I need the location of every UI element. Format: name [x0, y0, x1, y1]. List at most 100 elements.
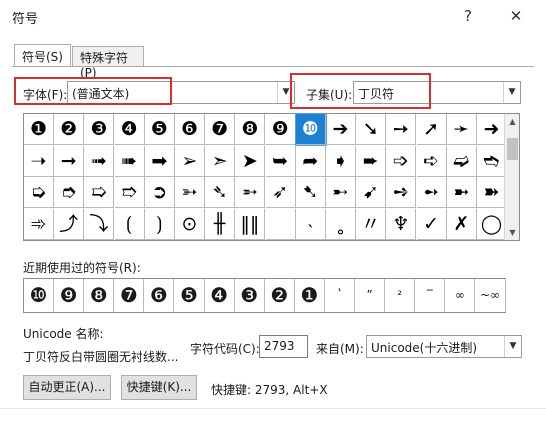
tab-special-characters[interactable]: 特殊字符(P) — [72, 46, 144, 80]
symbol-cell[interactable]: ⟮ — [114, 208, 145, 240]
dialog-title: 符号 — [12, 12, 39, 27]
symbol-cell[interactable]: ˳ — [326, 208, 356, 240]
symbol-cell[interactable]: ❽ — [235, 114, 266, 145]
symbol-cell[interactable]: ➔ — [326, 114, 356, 145]
symbol-cell[interactable]: ╫ — [205, 208, 236, 240]
recent-symbols-label: 近期使用过的符号(R): — [23, 261, 141, 275]
symbol-cell[interactable]: ◯ — [477, 208, 507, 240]
symbol-cell[interactable]: ➬ — [477, 145, 507, 177]
symbol-cell[interactable]: ➪ — [416, 145, 447, 177]
shortcut-key-button[interactable]: 快捷键(K)... — [121, 375, 197, 400]
symbol-cell[interactable]: ➡ — [144, 145, 175, 177]
symbol-cell[interactable]: ‖‖ — [235, 208, 266, 240]
symbol-cell[interactable]: ˴ — [295, 208, 326, 240]
symbol-grid[interactable]: ❶ ❷ ❸ ❹ ❺ ❻ ❼ ❽ ❾ ❿ ➔ ➘ ➙ ➚ ➛ ➜ ➝ ➞ ➟ ➠ ➡ ➢ ➣ ➤ ➥ ➦ ➧ ➨ ➩ ➪ ➫ ➬ ➭ ➮ ➯ ➱ ➲ ➳ ➴ ➵… — [23, 113, 520, 241]
symbol-cell[interactable]: ❷ — [54, 114, 85, 145]
dialog-bottom-edge — [0, 408, 546, 409]
symbol-cell[interactable]: ➜ — [477, 114, 507, 145]
symbol-cell[interactable]: ➞ — [54, 145, 85, 177]
from-dropdown[interactable]: Unicode(十六进制) ▼ — [366, 335, 522, 358]
scroll-up-icon[interactable]: ▲ — [505, 114, 520, 129]
symbol-cell[interactable]: ⤴ — [54, 208, 85, 240]
scrollbar-thumb[interactable] — [507, 138, 518, 160]
symbol-cell[interactable]: ❼ — [205, 114, 236, 145]
recent-symbol-cell[interactable]: ʽ — [325, 279, 355, 312]
recent-symbol-cell[interactable]: ❼ — [114, 279, 145, 312]
recent-symbol-cell[interactable]: ~∞ — [476, 279, 506, 312]
symbol-cell[interactable]: ➹ — [356, 177, 387, 208]
symbol-cell[interactable]: ➫ — [446, 145, 477, 177]
recent-symbol-cell[interactable]: ❸ — [235, 279, 265, 312]
symbol-cell[interactable]: ➸ — [326, 177, 356, 208]
symbol-cell[interactable]: ➧ — [326, 145, 356, 177]
symbol-cell[interactable]: ➝ — [24, 145, 54, 177]
recent-symbol-cell[interactable]: ❹ — [205, 279, 235, 312]
recent-symbol-cell[interactable]: ∞ — [445, 279, 476, 312]
symbol-cell[interactable]: ❾ — [265, 114, 296, 145]
symbol-cell[interactable]: ➳ — [175, 177, 205, 208]
symbol-cell[interactable]: ➘ — [356, 114, 387, 145]
symbol-cell[interactable]: ➣ — [205, 145, 236, 177]
symbol-cell-selected[interactable]: ❿ — [294, 113, 327, 146]
symbol-cell[interactable]: ❹ — [114, 114, 145, 145]
recent-symbols-row[interactable]: ❿ ❾ ❽ ❼ ❻ ❺ ❹ ❸ ❷ ❶ ʽ ˮ ² ‾ ∞ ~∞ — [23, 278, 506, 313]
symbol-cell[interactable]: ⊙ — [175, 208, 205, 240]
recent-symbol-cell[interactable]: ❿ — [24, 279, 54, 312]
symbol-cell[interactable]: ➭ — [24, 177, 54, 208]
symbol-cell[interactable]: ➮ — [54, 177, 85, 208]
scroll-down-icon[interactable]: ▼ — [505, 225, 520, 240]
symbol-cell[interactable]: ➟ — [84, 145, 115, 177]
symbol-cell[interactable]: ➥ — [265, 145, 296, 177]
symbol-cell[interactable]: ➲ — [144, 177, 175, 208]
symbol-cell[interactable]: ✗ — [446, 208, 477, 240]
symbol-cell[interactable]: ➻ — [416, 177, 447, 208]
symbol-cell[interactable]: ➺ — [386, 177, 417, 208]
recent-symbol-cell[interactable]: ² — [385, 279, 416, 312]
symbol-cell[interactable]: ➶ — [265, 177, 296, 208]
symbol-cell[interactable]: ➩ — [386, 145, 417, 177]
symbol-cell[interactable]: ➷ — [295, 177, 326, 208]
symbol-cell[interactable]: ➠ — [114, 145, 145, 177]
recent-symbol-cell[interactable]: ˮ — [355, 279, 386, 312]
recent-symbol-cell[interactable]: ❺ — [175, 279, 205, 312]
symbol-cell[interactable]: ➢ — [175, 145, 205, 177]
symbol-cell[interactable]: ➱ — [114, 177, 145, 208]
tab-symbols[interactable]: 符号(S) — [14, 44, 71, 67]
symbol-cell[interactable]: ♆ — [386, 208, 417, 240]
symbol-cell[interactable]: ➾ — [24, 208, 54, 240]
symbol-cell[interactable]: ❻ — [175, 114, 205, 145]
close-button[interactable]: ✕ — [502, 5, 530, 27]
recent-symbol-cell[interactable]: ❷ — [265, 279, 295, 312]
symbol-cell[interactable]: ➼ — [446, 177, 477, 208]
recent-symbol-cell[interactable]: ❶ — [295, 279, 325, 312]
symbol-cell[interactable]: ❸ — [84, 114, 115, 145]
recent-symbol-cell[interactable]: ❾ — [54, 279, 85, 312]
chevron-down-icon[interactable]: ▼ — [504, 336, 521, 357]
symbol-cell[interactable]: ➴ — [205, 177, 236, 208]
symbol-cell[interactable]: ⤵ — [84, 208, 115, 240]
autocorrect-button[interactable]: 自动更正(A)... — [23, 375, 111, 400]
symbol-cell[interactable]: ➙ — [386, 114, 417, 145]
char-code-input[interactable]: 2793 — [259, 335, 308, 358]
symbol-cell[interactable]: ✓ — [416, 208, 447, 240]
symbol-cell[interactable]: ➦ — [295, 145, 326, 177]
symbol-cell[interactable]: ➚ — [416, 114, 447, 145]
symbol-cell[interactable]: ❺ — [144, 114, 175, 145]
help-button[interactable]: ? — [454, 5, 482, 27]
recent-symbol-cell[interactable]: ❻ — [144, 279, 175, 312]
chevron-down-icon[interactable]: ▼ — [503, 82, 520, 103]
symbol-cell[interactable]: ➨ — [356, 145, 387, 177]
symbol-cell[interactable]: 〃 — [356, 208, 387, 240]
recent-symbol-cell[interactable]: ‾ — [415, 279, 446, 312]
char-code-label: 字符代码(C): — [190, 342, 260, 356]
symbol-cell[interactable]: ➯ — [84, 177, 115, 208]
symbol-cell[interactable]: ➽ — [477, 177, 507, 208]
recent-symbol-cell[interactable]: ❽ — [84, 279, 115, 312]
symbol-cell[interactable]: ➤ — [235, 145, 266, 177]
symbol-cell[interactable]: ➛ — [446, 114, 477, 145]
symbol-cell[interactable]: ❶ — [24, 114, 54, 145]
symbol-grid-scrollbar[interactable]: ▲ ▼ — [504, 114, 519, 240]
symbol-cell[interactable] — [265, 208, 296, 240]
symbol-cell[interactable]: ➵ — [235, 177, 266, 208]
symbol-cell[interactable]: ⟯ — [144, 208, 175, 240]
